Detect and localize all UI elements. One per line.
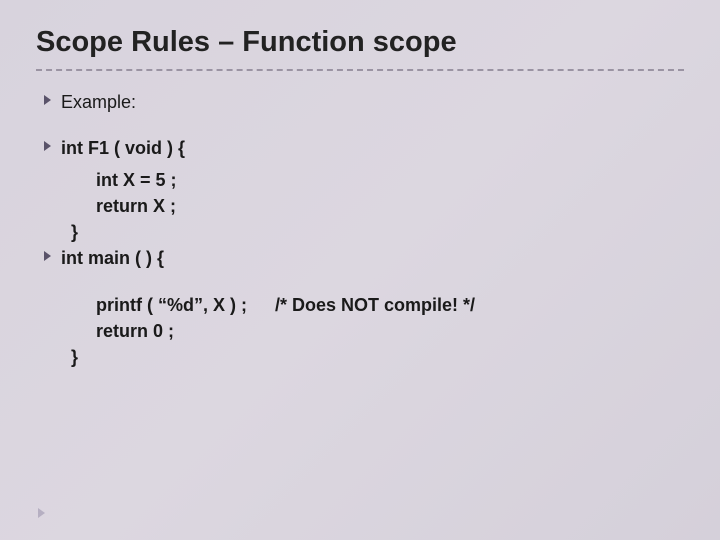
title-divider bbox=[36, 69, 684, 71]
code-line-close1: } bbox=[44, 219, 684, 245]
bullet-example: Example: bbox=[44, 89, 684, 115]
triangle-bullet-icon bbox=[44, 141, 51, 151]
main-decl-text: int main ( ) { bbox=[61, 245, 164, 271]
triangle-bullet-icon bbox=[44, 95, 51, 105]
content-area: Example: int F1 ( void ) { int X = 5 ; r… bbox=[36, 89, 684, 370]
code-line-int-x: int X = 5 ; bbox=[44, 167, 684, 193]
corner-triangle-icon bbox=[38, 508, 45, 518]
code-comment: /* Does NOT compile! */ bbox=[275, 292, 475, 318]
triangle-bullet-icon bbox=[44, 251, 51, 261]
bullet-main: int main ( ) { bbox=[44, 245, 684, 271]
bullet-func: int F1 ( void ) { bbox=[44, 135, 684, 161]
code-line-return0: return 0 ; bbox=[44, 318, 684, 344]
func-decl-text: int F1 ( void ) { bbox=[61, 135, 185, 161]
code-printf: printf ( “%d”, X ) ; bbox=[96, 292, 247, 318]
slide-title: Scope Rules – Function scope bbox=[36, 26, 684, 59]
bullet-example-text: Example: bbox=[61, 89, 136, 115]
code-line-return-x: return X ; bbox=[44, 193, 684, 219]
printf-line: printf ( “%d”, X ) ; /* Does NOT compile… bbox=[44, 292, 684, 318]
slide: Scope Rules – Function scope Example: in… bbox=[0, 0, 720, 540]
code-line-close2: } bbox=[44, 344, 684, 370]
